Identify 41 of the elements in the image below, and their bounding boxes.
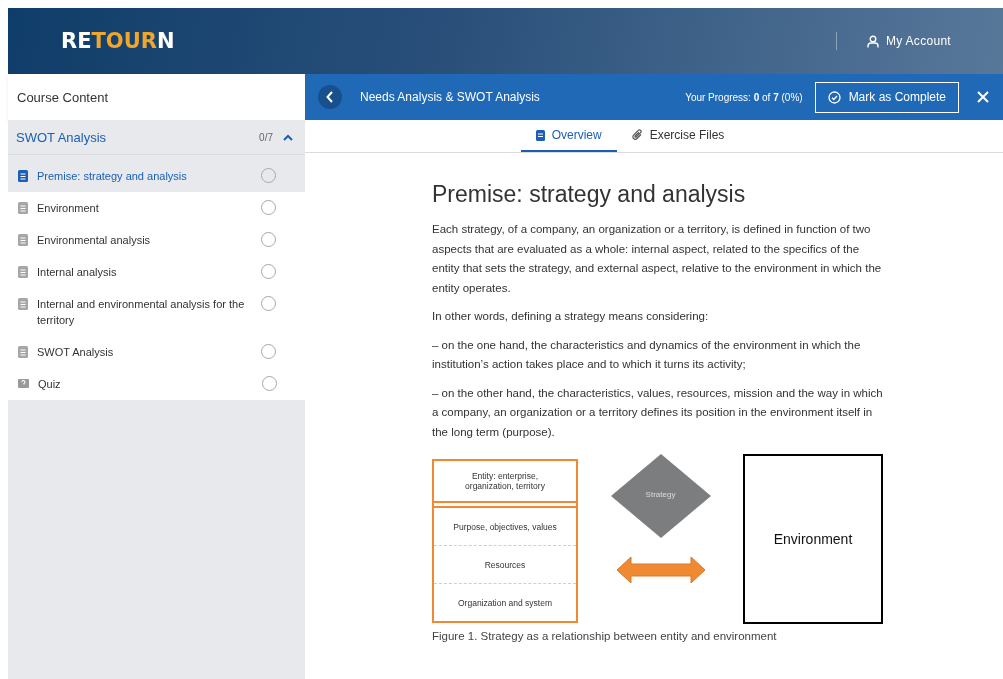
article-title: Premise: strategy and analysis	[432, 181, 747, 208]
paragraph: – on the other hand, the characteristics, values, resources, mission and the way in which a company, an organization or a territory defines its position in the environment itself in the long term (purpose).	[432, 385, 884, 440]
paragraph: – on the one hand, the characteristics and dynamics of the environment in which the institution’s action takes place and to which it turns its activity;	[432, 337, 862, 372]
progress-text: Your Progress: 0 of 7 (0%)	[685, 91, 803, 103]
document-icon	[18, 234, 28, 246]
document-icon	[535, 129, 545, 141]
mark-complete-button[interactable]: Mark as Complete	[814, 81, 959, 113]
check-circle-icon	[827, 90, 841, 104]
entity-label: Entity: enterprise, organization, territory	[434, 461, 576, 503]
lesson-item[interactable]: Internal analysis	[8, 256, 305, 288]
lesson-item[interactable]: Internal and environmental analysis for the territory	[8, 288, 305, 336]
document-icon	[18, 202, 28, 214]
document-icon	[18, 298, 28, 310]
layer-label: Organization and system	[457, 596, 553, 610]
layer-label: Purpose, objectives, values	[434, 508, 576, 546]
environment-label: Environment	[773, 531, 853, 547]
account-link[interactable]: My Account	[866, 34, 951, 48]
double-arrow-icon	[616, 556, 705, 584]
logo[interactable]: RETOURN	[61, 29, 175, 53]
lesson-item[interactable]: Premise: strategy and analysis	[8, 160, 305, 192]
chevron-left-icon	[326, 91, 334, 103]
lesson-item[interactable]: SWOT Analysis	[8, 336, 305, 368]
back-button[interactable]	[318, 85, 342, 109]
lesson-item[interactable]: Quiz	[8, 368, 305, 400]
lesson-item[interactable]: Environmental analysis	[8, 224, 305, 256]
document-icon	[18, 346, 28, 358]
lesson-item[interactable]: Environment	[8, 192, 305, 224]
document-icon	[18, 170, 28, 182]
layer-label: Resources	[434, 546, 576, 584]
paragraph: Each strategy, of a company, an organization or a territory, is defined in function of two aspects that are evaluated as a whole: internal aspect, related to the specifics of the entity that sets the strategy, and external aspect, relative to the environment in which the entity operates.	[432, 222, 883, 296]
sidebar-title: Course Content	[8, 74, 305, 120]
tab[interactable]: Exercise Files	[616, 120, 740, 152]
quiz-icon	[18, 378, 29, 389]
lesson-title: Needs Analysis & SWOT Analysis	[360, 90, 541, 104]
document-icon	[18, 266, 28, 278]
paperclip-icon	[631, 129, 643, 141]
paragraph: In other words, defining a strategy means considering:	[432, 309, 710, 324]
strategy-label: Strategy	[644, 490, 677, 499]
user-icon	[866, 34, 879, 48]
figure-caption: Figure 1. Strategy as a relationship between entity and environment	[432, 629, 778, 644]
tab[interactable]: Overview	[520, 120, 617, 152]
